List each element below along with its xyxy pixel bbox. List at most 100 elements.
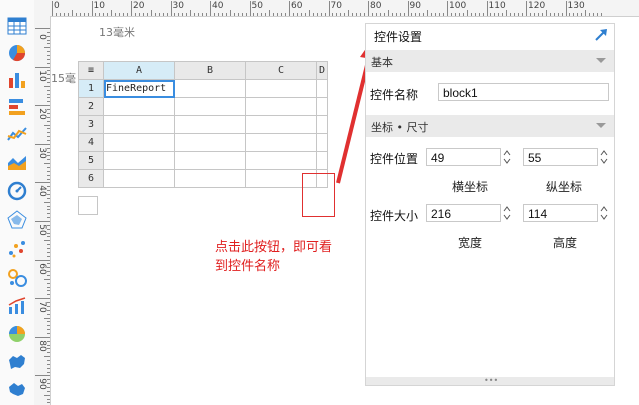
- ruler-tick: [407, 1, 409, 16]
- table-cell[interactable]: [174, 133, 246, 152]
- ruler-tick: [265, 13, 267, 16]
- position-x-input[interactable]: 49: [426, 148, 501, 166]
- row-header[interactable]: 5: [78, 151, 104, 170]
- ruler-tick: [47, 55, 50, 57]
- table-cell[interactable]: [103, 169, 175, 188]
- table-cell[interactable]: [174, 151, 246, 170]
- ruler-tick: [47, 305, 50, 307]
- table-cell[interactable]: [245, 151, 317, 170]
- row-header[interactable]: 1: [78, 79, 104, 98]
- chevron-down-icon[interactable]: [596, 123, 606, 128]
- table-cell[interactable]: [174, 79, 246, 98]
- ruler-tick: [47, 51, 50, 53]
- row-header[interactable]: 3: [78, 115, 104, 134]
- ruler-tick: [47, 282, 50, 284]
- ruler-tick: [44, 240, 50, 242]
- ruler-tick: [561, 13, 563, 16]
- pie-chart-icon[interactable]: [7, 43, 27, 63]
- spinner-arrows-icon[interactable]: [502, 148, 512, 166]
- chevron-down-icon[interactable]: [596, 58, 606, 63]
- ruler-top-label: 70: [330, 1, 342, 11]
- ruler-tick: [47, 325, 50, 327]
- section-basic[interactable]: 基本: [366, 50, 614, 72]
- table-cell[interactable]: [315, 133, 329, 152]
- column-header-a[interactable]: A: [103, 61, 175, 80]
- table-cell[interactable]: [315, 97, 329, 116]
- ruler-tick: [47, 213, 50, 215]
- ruler-tick: [198, 13, 200, 16]
- radar-chart-icon[interactable]: [7, 210, 27, 230]
- bubble-chart-icon[interactable]: [7, 268, 27, 288]
- ruler-tick: [44, 201, 50, 203]
- table-cell[interactable]: [174, 97, 246, 116]
- row-header[interactable]: 4: [78, 133, 104, 152]
- row-header[interactable]: 6: [78, 169, 104, 188]
- table-cell[interactable]: [103, 133, 175, 152]
- ruler-tick: [47, 267, 50, 269]
- map-region-icon[interactable]: [7, 380, 27, 400]
- table-cell[interactable]: [174, 115, 246, 134]
- table-icon[interactable]: [7, 16, 27, 36]
- ruler-tick: [261, 13, 263, 16]
- table-cell[interactable]: [315, 151, 329, 170]
- table-cell[interactable]: [315, 79, 329, 98]
- ruler-tick: [142, 13, 144, 16]
- section-coordinates[interactable]: 坐标 • 尺寸: [366, 115, 614, 137]
- ruler-tick: [47, 209, 50, 211]
- ruler-tick: [47, 251, 50, 253]
- ruler-tick: [245, 13, 247, 16]
- widget-name-input[interactable]: block1: [438, 83, 609, 101]
- ruler-tick: [332, 13, 334, 16]
- table-cell[interactable]: [174, 169, 246, 188]
- area-chart-icon[interactable]: [7, 152, 27, 172]
- table-cell[interactable]: [245, 133, 317, 152]
- row-header[interactable]: 2: [78, 97, 104, 116]
- bar-chart-icon[interactable]: [7, 70, 27, 90]
- ruler-tick: [47, 128, 50, 130]
- gradient-pie-icon[interactable]: [7, 324, 27, 344]
- expand-arrow-icon[interactable]: [594, 28, 608, 42]
- table-cell[interactable]: [103, 97, 175, 116]
- table-cell[interactable]: [103, 115, 175, 134]
- ruler-tick: [47, 379, 50, 381]
- map-icon[interactable]: [7, 352, 27, 372]
- gauge-icon[interactable]: [7, 181, 27, 201]
- position-y-input[interactable]: 55: [523, 148, 598, 166]
- grip-handle-icon[interactable]: •••: [484, 377, 498, 385]
- table-cell[interactable]: [103, 151, 175, 170]
- ruler-tick: [514, 13, 516, 16]
- height-input[interactable]: 114: [523, 204, 598, 222]
- horizontal-bar-chart-icon[interactable]: [7, 97, 27, 117]
- line-chart-icon[interactable]: [7, 124, 27, 144]
- panel-resize-bar[interactable]: •••: [366, 377, 614, 385]
- table-cell[interactable]: [245, 79, 317, 98]
- ruler-left-label: 90: [37, 378, 47, 391]
- ruler-tick: [545, 10, 547, 16]
- scatter-chart-icon[interactable]: [7, 239, 27, 259]
- column-header-c[interactable]: C: [245, 61, 317, 80]
- spinner-arrows-icon[interactable]: [599, 148, 609, 166]
- table-cell[interactable]: [315, 115, 329, 134]
- column-header-b[interactable]: B: [174, 61, 246, 80]
- cell-a1[interactable]: FineReport: [103, 79, 175, 98]
- ruler-tick: [320, 13, 322, 16]
- spinner-arrows-icon[interactable]: [599, 204, 609, 222]
- combo-chart-icon[interactable]: [7, 296, 27, 316]
- table-cell[interactable]: [245, 115, 317, 134]
- ruler-tick: [47, 217, 50, 219]
- width-input[interactable]: 216: [426, 204, 501, 222]
- ruler-left-label: 10: [37, 69, 47, 82]
- ruler-tick: [206, 13, 208, 16]
- ruler-tick: [44, 85, 50, 87]
- ruler-tick: [427, 10, 429, 16]
- ruler-tick: [47, 290, 50, 292]
- ruler-tick: [47, 390, 50, 392]
- grid-corner[interactable]: ≡: [78, 61, 104, 80]
- spinner-arrows-icon[interactable]: [502, 204, 512, 222]
- column-header-d[interactable]: D: [315, 61, 329, 80]
- ruler-tick: [111, 10, 113, 16]
- ruler-tick: [498, 13, 500, 16]
- report-grid[interactable]: ≡ A B C D 1 FineReport 2 3 4 5 6: [78, 61, 329, 188]
- table-cell[interactable]: [245, 97, 317, 116]
- ruler-tick: [44, 356, 50, 358]
